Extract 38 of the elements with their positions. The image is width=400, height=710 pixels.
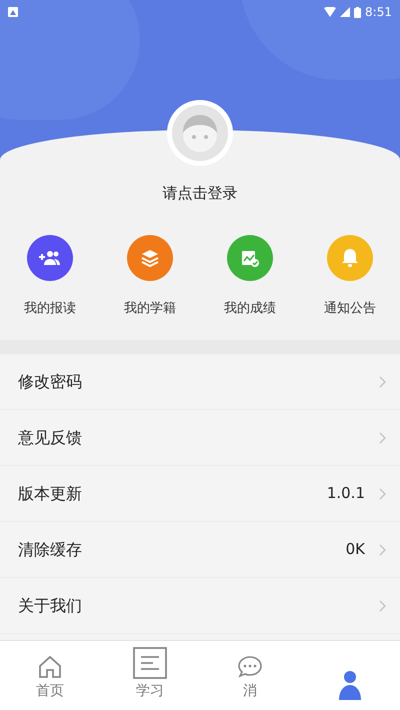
nav-tab[interactable]: 学习 — [100, 641, 200, 710]
signal-icon — [340, 7, 350, 17]
shortcut-button[interactable]: 通知公告 — [300, 234, 400, 318]
settings-label: 意见反馈 — [18, 426, 82, 448]
settings-label: 关于我们 — [18, 594, 82, 616]
document-icon — [133, 647, 167, 679]
chevron-icon — [379, 432, 386, 444]
notification-icon — [8, 7, 18, 17]
nav-tab[interactable]: 首页 — [0, 641, 100, 710]
shortcut-button[interactable]: 我的成绩 — [200, 234, 300, 318]
settings-row[interactable]: 意见反馈 — [0, 410, 400, 466]
settings-value: 0K — [346, 539, 365, 560]
settings-label: 清除缓存 — [18, 538, 82, 560]
status-time: 8:51 — [365, 4, 392, 21]
bell-icon — [341, 248, 359, 268]
wifi-icon — [324, 7, 336, 17]
chat-icon — [237, 655, 263, 679]
layers-icon — [140, 248, 160, 268]
battery-icon — [354, 6, 362, 18]
shortcut-button[interactable]: 我的报读 — [0, 234, 100, 318]
avatar-icon — [172, 105, 228, 161]
chevron-icon — [379, 488, 386, 500]
chevron-icon — [379, 376, 386, 388]
home-icon — [37, 655, 63, 679]
nav-tab[interactable]: 消 — [200, 641, 300, 710]
chevron-icon — [379, 600, 386, 612]
settings-row[interactable]: 关于我们 — [0, 578, 400, 634]
settings-row[interactable]: 清除缓存 0K — [0, 522, 400, 578]
shortcut-button[interactable]: 我的学籍 — [100, 234, 200, 318]
chevron-icon — [379, 544, 386, 556]
add-people-icon — [39, 250, 61, 266]
settings-row[interactable]: 修改密码 — [0, 354, 400, 410]
settings-label: 版本更新 — [18, 482, 82, 504]
settings-label: 修改密码 — [18, 370, 82, 392]
settings-row[interactable]: 版本更新 1.0.1 — [0, 466, 400, 522]
settings-value: 1.0.1 — [326, 483, 365, 504]
person-icon — [337, 670, 363, 702]
login-prompt[interactable]: 请点击登录 — [162, 182, 238, 204]
